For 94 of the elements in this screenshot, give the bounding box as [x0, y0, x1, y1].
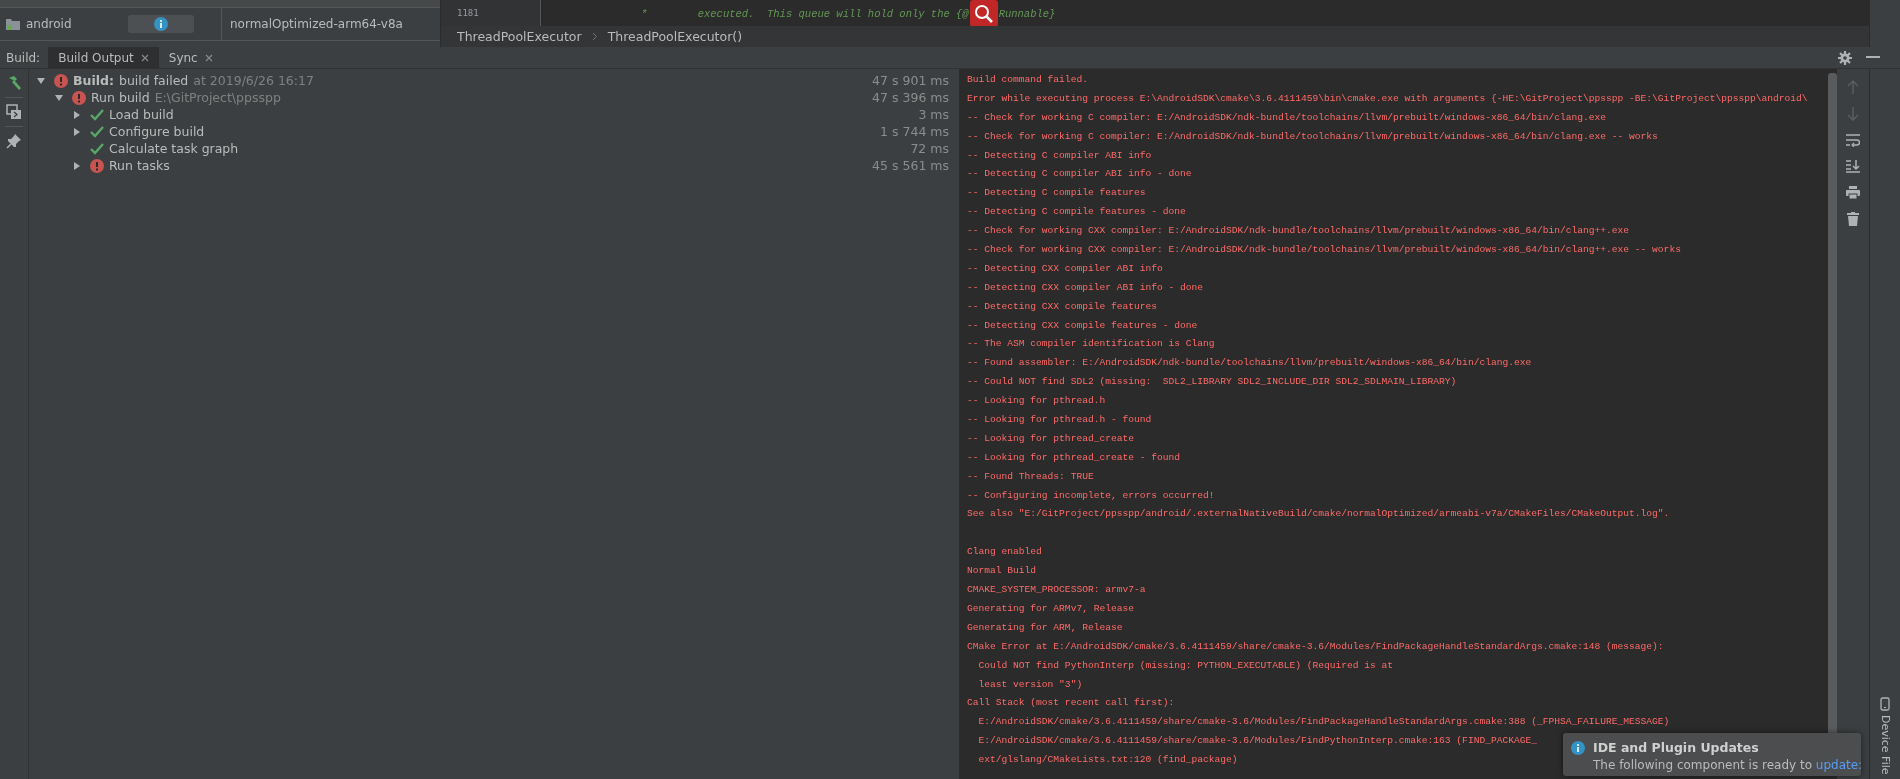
notification-title: IDE and Plugin Updates [1593, 740, 1759, 755]
soft-wrap-icon[interactable] [1846, 134, 1860, 147]
duration: 3 ms [918, 107, 950, 122]
console-line: Could NOT find PythonInterp (missing: PYTHON_EXECUTABLE) (Required is at [977, 658, 1394, 673]
update-link[interactable]: update: [1815, 758, 1863, 772]
scroll-to-end-icon[interactable] [1846, 160, 1860, 173]
close-icon[interactable] [204, 53, 213, 62]
console-line: -- Found assembler: E:/AndroidSDK/ndk-bundle/toolchains/llvm/prebuilt/windows-x86_64/bin/clang.exe [967, 356, 1532, 371]
console-line: -- Detecting CXX compile features [967, 299, 1157, 314]
console-line: -- Looking for pthread.h [967, 394, 1106, 409]
minimize-icon[interactable] [1866, 56, 1880, 59]
console-line: -- Looking for pthread_create [967, 431, 1134, 446]
breadcrumb[interactable]: ThreadPoolExecutor [457, 29, 582, 44]
console-line: -- Looking for pthread.h - found [967, 413, 1152, 428]
tree-item[interactable]: Build: [73, 73, 114, 88]
error-icon [90, 158, 104, 173]
info-icon [1571, 740, 1585, 755]
console-toggle-icon[interactable] [6, 104, 22, 120]
console-line: -- Detecting CXX compiler ABI info [967, 261, 1163, 276]
tab[interactable]: Sync [158, 47, 223, 68]
panel-label: Build: [5, 50, 42, 67]
trash-icon[interactable] [1847, 212, 1859, 226]
code-comment: * executed. This queue will hold only the {@ [641, 7, 969, 20]
console-line: E:/AndroidSDK/cmake/3.6.4111459/share/cmake-3.6/Modules/FindPythonInterp.cmake:163 (FIND_PACKAGE_ [977, 734, 1537, 749]
console-line: -- Detecting CXX compiler ABI info - done [967, 280, 1204, 295]
console-line: CMake Error at E:/AndroidSDK/cmake/3.6.4111459/share/cmake-3.6/Modules/FindPackageHandleStandardArgs.cmake:148 (message): [967, 639, 1664, 654]
phone-icon [1880, 697, 1890, 712]
expand-arrow-icon[interactable] [73, 161, 81, 170]
print-icon[interactable] [1846, 186, 1860, 199]
duration: 72 ms [910, 141, 950, 156]
close-icon[interactable] [140, 53, 149, 62]
item-detail: at 2019/6/26 16:17 [193, 73, 314, 88]
pin-icon[interactable] [6, 133, 22, 149]
console-line: -- Detecting C compile features [967, 186, 1146, 201]
console-line: E:/AndroidSDK/cmake/3.6.4111459/share/cmake-3.6/Modules/FindPackageHandleStandardArgs.cmake:388 (_FPHSA_FAILURE_MESSAGE) [977, 715, 1670, 730]
duration: 1 s 744 ms [880, 124, 950, 139]
duration: 45 s 561 ms [872, 158, 950, 173]
search-icon[interactable] [969, 0, 998, 27]
console-line: CMAKE_SYSTEM_PROCESSOR: armv7-a [967, 583, 1146, 598]
breadcrumb[interactable]: ThreadPoolExecutor() [607, 29, 743, 44]
expand-arrow-icon[interactable] [37, 76, 45, 85]
info-button[interactable] [127, 15, 194, 33]
notification-popup[interactable]: IDE and Plugin Updates The following component is ready to update: [1563, 733, 1861, 776]
console-line: Clang enabled [967, 545, 1042, 560]
error-icon [54, 73, 68, 88]
code-comment: Runnable} [998, 7, 1056, 20]
console-line: Error while executing process E:\AndroidSDK\cmake\3.6.4111459\bin\cmake.exe with arguments {-HE:\GitProject\ppsspp -BE:\GitProject\ppsspp\android\ [967, 91, 1808, 106]
chevron-icon [591, 32, 598, 41]
duration: 47 s 396 ms [872, 90, 950, 105]
notification-text: The following component is ready to [1593, 758, 1812, 772]
console-line: See also "E:/GitProject/ppsspp/android/.externalNativeBuild/cmake/normalOptimized/armeabi-v7a/CMakeFiles/CMakeOutput.log". [967, 507, 1670, 522]
console-line: -- Configuring incomplete, errors occurred! [967, 488, 1215, 503]
console-line: -- Looking for pthread_create - found [967, 450, 1181, 465]
check-icon [90, 142, 104, 155]
console-line: Generating for ARMv7, Release [967, 601, 1134, 616]
tree-item[interactable]: Load build [109, 107, 174, 122]
side-tool-button[interactable]: Device File [1870, 697, 1900, 779]
console-line: Call Stack (most recent call first): [967, 696, 1175, 711]
expand-arrow-icon[interactable] [55, 93, 63, 102]
console-line: -- Detecting C compile features - done [967, 205, 1186, 220]
check-icon [90, 125, 104, 138]
settings-icon[interactable] [1838, 50, 1852, 65]
console-line: -- Could NOT find SDL2 (missing: SDL2_LIBRARY SDL2_INCLUDE_DIR SDL2_SDLMAIN_LIBRARY) [967, 375, 1457, 390]
tree-item[interactable]: Run tasks [109, 158, 170, 173]
console-line: Generating for ARM, Release [967, 620, 1123, 635]
error-icon [72, 90, 86, 105]
console-line: -- Check for working CXX compiler: E:/AndroidSDK/ndk-bundle/toolchains/llvm/prebuilt/windows-x86_64/bin/clang++.exe -- works [967, 243, 1681, 257]
folder-icon [6, 18, 20, 30]
console-line: -- Detecting C compiler ABI info - done [967, 167, 1192, 182]
console-line: -- Found Threads: TRUE [967, 469, 1094, 484]
console-line: -- Check for working C compiler: E:/AndroidSDK/ndk-bundle/toolchains/llvm/prebuilt/windows-x86_64/bin/clang.exe -- works [967, 129, 1658, 144]
line-number: 1181 [441, 0, 541, 26]
console-line: -- Detecting C compiler ABI info [967, 148, 1152, 163]
duration: 47 s 901 ms [872, 73, 950, 88]
console-line: ext/glslang/CMakeLists.txt:120 (find_package) [977, 753, 1238, 768]
tree-item[interactable]: Run build [91, 90, 150, 105]
console-line: -- Check for working CXX compiler: E:/AndroidSDK/ndk-bundle/toolchains/llvm/prebuilt/windows-x86_64/bin/clang++.exe [967, 224, 1630, 239]
console-line: -- The ASM compiler identification is Clang [967, 337, 1215, 352]
tab[interactable]: Build Output [48, 47, 159, 68]
console-line: least version "3") [977, 677, 1083, 692]
tree-item[interactable]: Calculate task graph [109, 141, 239, 156]
check-icon [90, 108, 104, 121]
console-line: Build command failed. [967, 73, 1088, 87]
build-status: build failed [118, 73, 189, 88]
expand-arrow-icon[interactable] [73, 110, 81, 119]
module-name: android [26, 17, 72, 31]
build-variant[interactable]: normalOptimized-arm64-v8a [230, 17, 403, 31]
info-icon [153, 17, 168, 31]
expand-arrow-icon[interactable] [73, 127, 81, 136]
tree-item[interactable]: Configure build [109, 124, 205, 139]
console-line: -- Check for working C compiler: E:/AndroidSDK/ndk-bundle/toolchains/llvm/prebuilt/windows-x86_64/bin/clang.exe [967, 110, 1607, 125]
item-detail: E:\GitProject\ppsspp [154, 90, 281, 105]
console-line: -- Detecting CXX compile features - done [967, 318, 1198, 333]
console-line: Normal Build [967, 564, 1037, 579]
